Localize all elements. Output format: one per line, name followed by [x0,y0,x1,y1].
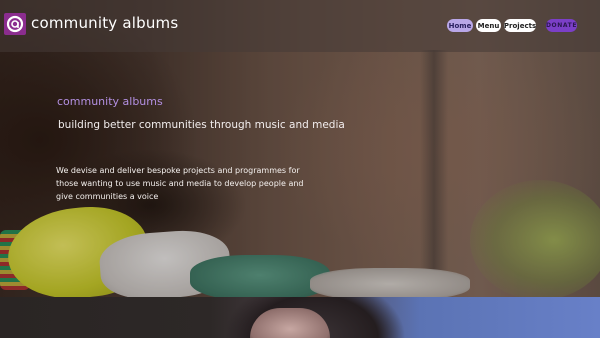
hero-tagline: building better communities through musi… [58,119,345,131]
hero-description: We devise and deliver bespoke projects a… [56,166,304,201]
site-title[interactable]: community albums [31,14,178,32]
donate-button[interactable]: DONATE [546,19,577,32]
community-albums-logo-icon[interactable] [4,13,26,35]
nav-menu-button[interactable]: Menu [476,19,501,32]
site-header: community albums Home Menu Projects DONA… [0,0,600,52]
hero-title: community albums [57,95,163,108]
nav-projects-button[interactable]: Projects [504,19,536,32]
nav-home-button[interactable]: Home [447,19,473,32]
